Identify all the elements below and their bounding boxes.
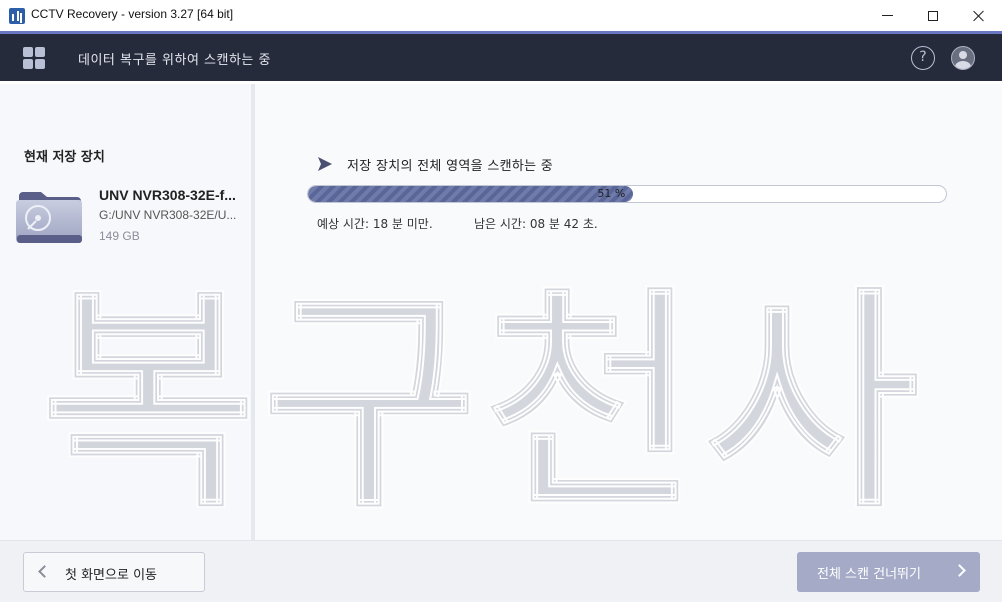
main-area: 현재 저장 장치 UNV NVR308-32E-f... G:/UNV NVR3…	[0, 84, 1002, 540]
sidebar-heading: 현재 저장 장치	[24, 150, 105, 165]
back-button-label: 첫 화면으로 이동	[65, 568, 157, 583]
chevron-left-icon	[38, 565, 51, 578]
back-to-home-button[interactable]: 첫 화면으로 이동	[23, 552, 205, 592]
remaining-time: 남은 시간: 08 분 42 초.	[474, 217, 598, 231]
estimated-time: 예상 시간: 18 분 미만.	[317, 217, 433, 231]
minimize-icon	[881, 15, 893, 16]
device-path: G:/UNV NVR308-32E/U...	[99, 208, 237, 222]
chevron-right-icon	[953, 564, 966, 577]
user-account-icon[interactable]	[951, 46, 975, 70]
scan-status-title: 저장 장치의 전체 영역을 스캔하는 중	[347, 159, 554, 174]
storage-device-icon	[16, 192, 82, 243]
maximize-button[interactable]	[910, 0, 956, 31]
app-logo-icon	[9, 8, 25, 24]
scan-panel: 저장 장치의 전체 영역을 스캔하는 중 51 % 예상 시간: 18 분 미만…	[255, 84, 1002, 540]
help-icon[interactable]: ?	[911, 46, 935, 70]
device-name: UNV NVR308-32E-f...	[99, 187, 236, 203]
sidebar: 현재 저장 장치 UNV NVR308-32E-f... G:/UNV NVR3…	[0, 84, 251, 540]
footer-bar: 첫 화면으로 이동 전체 스캔 건너뛰기	[0, 540, 1002, 602]
title-bar: CCTV Recovery - version 3.27 [64 bit]	[0, 0, 1002, 31]
close-icon	[973, 10, 985, 22]
app-header: 데이터 복구를 위하여 스캔하는 중 ?	[0, 31, 1002, 81]
minimize-button[interactable]	[864, 0, 910, 31]
device-size: 149 GB	[99, 229, 140, 243]
skip-full-scan-button[interactable]: 전체 스캔 건너뛰기	[797, 552, 980, 592]
page-title: 데이터 복구를 위하여 스캔하는 중	[78, 53, 271, 68]
skip-button-label: 전체 스캔 건너뛰기	[817, 567, 921, 582]
scan-progress-bar: 51 %	[307, 185, 947, 203]
maximize-icon	[928, 10, 938, 21]
scan-progress-label: 51 %	[597, 187, 626, 200]
grid-menu-icon[interactable]	[23, 47, 46, 70]
close-button[interactable]	[956, 0, 1002, 31]
play-arrow-icon	[318, 157, 332, 171]
window-title: CCTV Recovery - version 3.27 [64 bit]	[31, 7, 234, 21]
